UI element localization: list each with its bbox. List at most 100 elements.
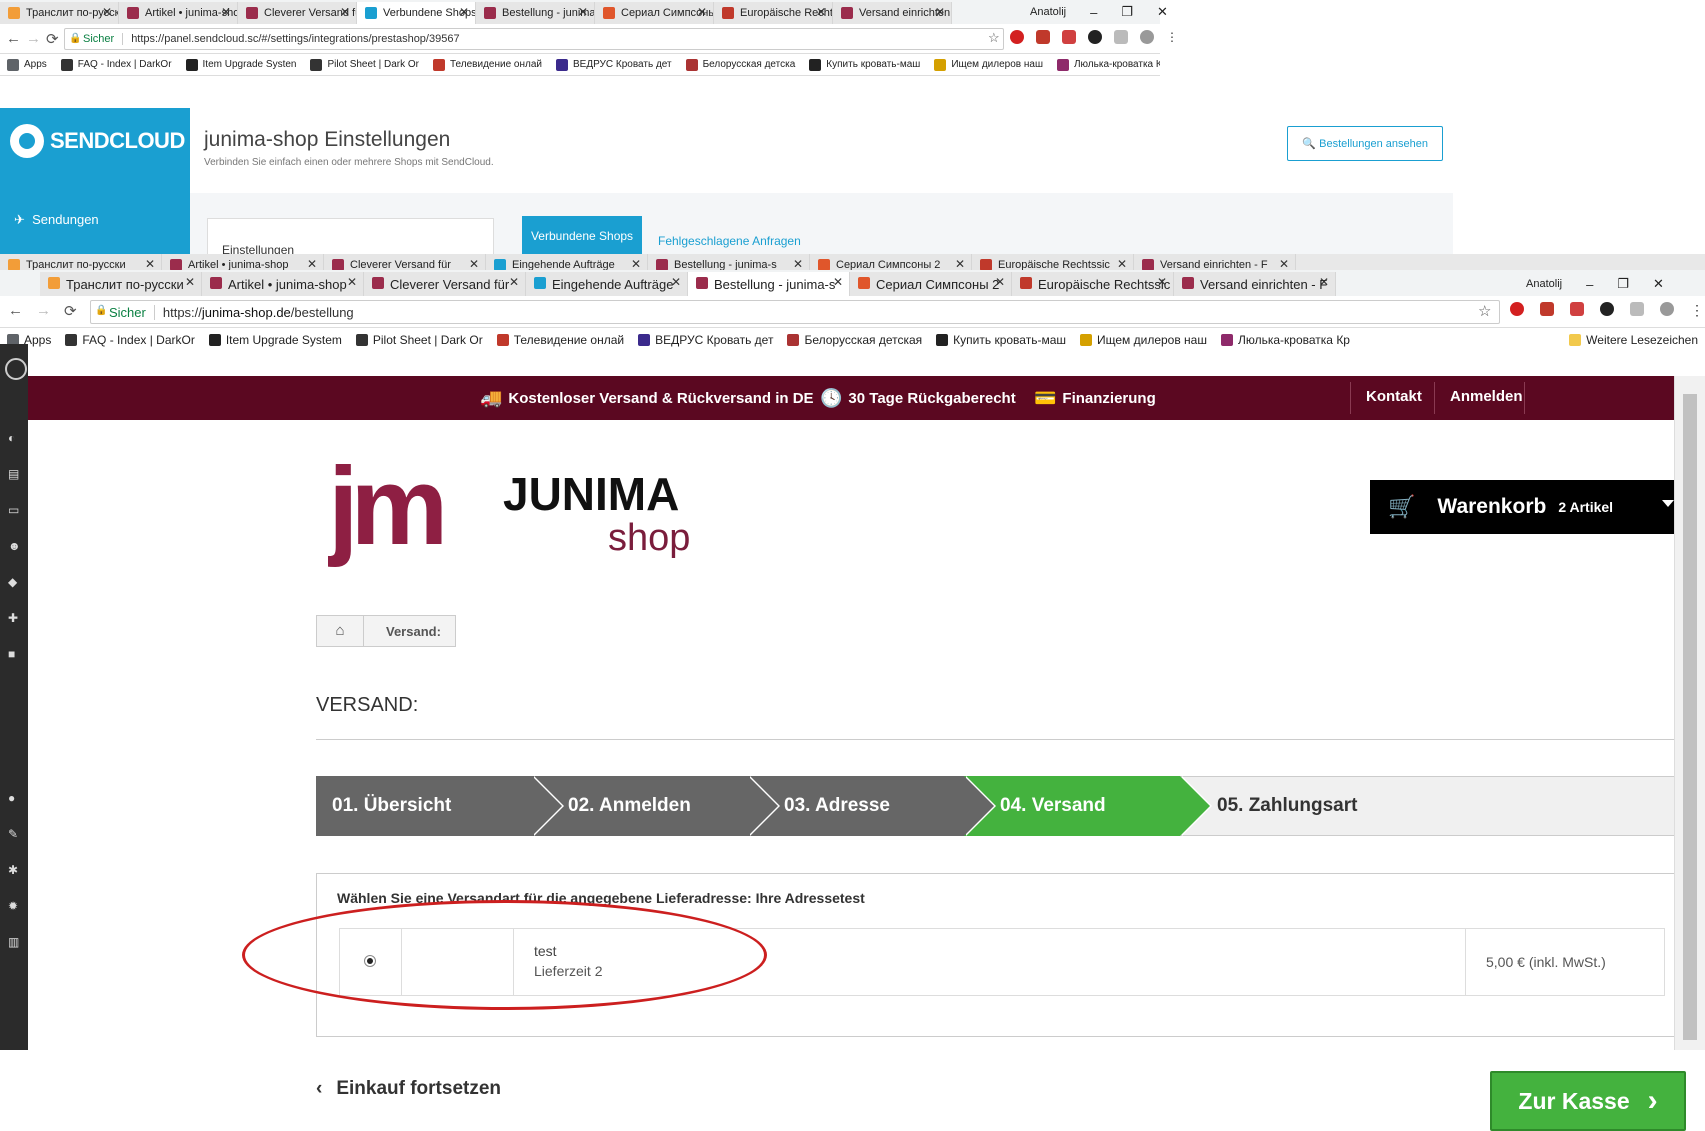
- bookmark-item[interactable]: ВЕДРУС Кровать дет: [631, 333, 780, 347]
- bookmark-item[interactable]: Белорусская детская: [780, 333, 929, 347]
- continue-shopping-link[interactable]: ‹ Einkauf fortsetzen: [316, 1078, 501, 1100]
- bookmark-item[interactable]: Купить кровать-маш: [929, 333, 1073, 347]
- browser-tab[interactable]: Versand einrichten - F✕: [833, 2, 952, 24]
- close-icon[interactable]: ✕: [995, 275, 1005, 289]
- close-icon[interactable]: ✕: [102, 5, 112, 19]
- users-icon[interactable]: ☻: [8, 540, 21, 552]
- eye-ext-icon[interactable]: [1140, 30, 1154, 44]
- adblock-icon[interactable]: [1540, 302, 1554, 316]
- browser-tab[interactable]: Сериал Симпсоны 2✕: [850, 272, 1012, 296]
- eye-ext-icon[interactable]: [1660, 302, 1674, 316]
- front-star-icon[interactable]: ☆: [1478, 302, 1491, 320]
- front-omnibox[interactable]: Sicher https://junima-shop.de/bestellung: [90, 300, 1500, 324]
- close-icon[interactable]: ✕: [145, 257, 155, 271]
- opera-icon[interactable]: [1510, 302, 1524, 316]
- close-icon[interactable]: ✕: [955, 257, 965, 271]
- privacy-ext-icon[interactable]: [1600, 302, 1614, 316]
- back-omnibox[interactable]: Sicher https://panel.sendcloud.sc/#/sett…: [64, 28, 1004, 50]
- book-icon[interactable]: ▤: [8, 468, 20, 480]
- close-icon[interactable]: ✕: [1157, 275, 1167, 289]
- close-icon[interactable]: ✕: [935, 5, 945, 19]
- more-bookmarks[interactable]: Weitere Lesezeichen: [1562, 333, 1705, 347]
- adblock-icon[interactable]: [1036, 30, 1050, 44]
- back-restore-button[interactable]: ❐: [1121, 4, 1133, 20]
- checkout-step-1[interactable]: 01. Übersicht: [316, 776, 564, 836]
- opera-icon[interactable]: [1010, 30, 1024, 44]
- browser-tab[interactable]: Bestellung - junima-s ✕: [688, 272, 850, 296]
- truck-icon[interactable]: ■: [8, 648, 20, 660]
- sidebar-item-sendungen[interactable]: ✈ Sendungen: [14, 212, 99, 228]
- close-icon[interactable]: ✕: [816, 5, 826, 19]
- bookmark-item[interactable]: Белорусская детска: [679, 58, 803, 71]
- thumb-ext-icon[interactable]: [1114, 30, 1128, 44]
- close-icon[interactable]: ✕: [347, 275, 357, 289]
- back-minimize-button[interactable]: –: [1090, 5, 1097, 20]
- globe-small-icon[interactable]: ●: [8, 792, 20, 804]
- browser-tab[interactable]: Cleverer Versand für ✕: [238, 2, 357, 24]
- close-icon[interactable]: ✕: [509, 275, 519, 289]
- browser-tab[interactable]: Artikel • junima-shop ✕: [202, 272, 364, 296]
- settings-icon[interactable]: ✹: [8, 900, 20, 912]
- close-icon[interactable]: ✕: [793, 257, 803, 271]
- close-icon[interactable]: ✕: [459, 5, 469, 19]
- tab-connected-shops[interactable]: Verbundene Shops: [522, 216, 642, 256]
- close-icon[interactable]: ✕: [221, 5, 231, 19]
- checkout-step-2[interactable]: 02. Anmelden: [532, 776, 780, 836]
- checkout-button[interactable]: Zur Kasse ›: [1490, 1071, 1686, 1131]
- browser-tab[interactable]: Bestellung - junima-s ✕: [476, 2, 595, 24]
- close-icon[interactable]: ✕: [340, 5, 350, 19]
- browser-tab[interactable]: Europäische Rechtssic✕: [714, 2, 833, 24]
- stats-icon[interactable]: ▥: [8, 936, 20, 948]
- bookmark-item[interactable]: Pilot Sheet | Dark Or: [349, 333, 490, 347]
- globe-icon[interactable]: [5, 358, 27, 380]
- front-reload-icon[interactable]: ⟳: [64, 302, 77, 320]
- front-forward-icon[interactable]: →: [36, 302, 51, 319]
- close-icon[interactable]: ✕: [697, 5, 707, 19]
- front-back-icon[interactable]: ←: [8, 302, 23, 319]
- front-menu-icon[interactable]: ⋮: [1690, 302, 1704, 319]
- close-icon[interactable]: ✕: [833, 275, 843, 289]
- page-scrollbar[interactable]: [1674, 376, 1705, 1050]
- tag-icon[interactable]: ◆: [8, 576, 20, 588]
- close-icon[interactable]: ✕: [307, 257, 317, 271]
- bookmark-item[interactable]: Item Upgrade System: [202, 333, 349, 347]
- close-icon[interactable]: ✕: [671, 275, 681, 289]
- front-close-button[interactable]: ✕: [1653, 276, 1664, 292]
- close-icon[interactable]: ✕: [185, 275, 195, 289]
- browser-tab[interactable]: Транслит по-русски ✕: [40, 272, 202, 296]
- bookmark-item[interactable]: ВЕДРУС Кровать дет: [549, 58, 679, 71]
- browser-tab[interactable]: Verbundene Shops ✕: [357, 2, 476, 24]
- contact-link[interactable]: Kontakt: [1366, 388, 1422, 405]
- gears-icon[interactable]: ✱: [8, 864, 20, 876]
- close-icon[interactable]: ✕: [1117, 257, 1127, 271]
- tab-failed-requests[interactable]: Fehlgeschlagene Anfragen: [658, 234, 801, 248]
- bookmark-item[interactable]: Ищем дилеров наш: [927, 58, 1050, 71]
- card-icon[interactable]: ▭: [8, 504, 20, 516]
- privacy-ext-icon[interactable]: [1088, 30, 1102, 44]
- browser-tab[interactable]: Транслит по-русски ✕: [0, 2, 119, 24]
- bookmark-item[interactable]: Люлька-кроватка Кр: [1050, 58, 1160, 71]
- scrollbar-thumb[interactable]: [1683, 394, 1697, 1040]
- video-ext-icon[interactable]: [1062, 30, 1076, 44]
- checkout-step-3[interactable]: 03. Adresse: [748, 776, 996, 836]
- browser-tab[interactable]: Сериал Симпсоны 2✕: [595, 2, 714, 24]
- bookmark-item[interactable]: Apps: [0, 58, 54, 71]
- cart-button[interactable]: 🛒 Warenkorb 2 Artikel: [1370, 480, 1686, 534]
- back-close-button[interactable]: ✕: [1157, 4, 1168, 20]
- back-star-icon[interactable]: ☆: [988, 30, 1000, 46]
- back-forward-icon[interactable]: →: [26, 30, 41, 47]
- junima-logo[interactable]: jm JUNIMA shop: [328, 458, 728, 568]
- bookmark-item[interactable]: FAQ - Index | DarkOr: [54, 58, 179, 71]
- browser-tab[interactable]: Cleverer Versand für ✕: [364, 272, 526, 296]
- browser-tab[interactable]: Eingehende Aufträge ✕: [526, 272, 688, 296]
- back-back-icon[interactable]: ←: [6, 30, 21, 47]
- bookmark-item[interactable]: Ищем дилеров наш: [1073, 333, 1214, 347]
- bookmark-item[interactable]: Item Upgrade Systen: [179, 58, 304, 71]
- video-ext-icon[interactable]: [1570, 302, 1584, 316]
- close-icon[interactable]: ✕: [631, 257, 641, 271]
- bookmark-item[interactable]: Люлька-кроватка Кр: [1214, 333, 1357, 347]
- home-icon[interactable]: ⌂: [317, 616, 364, 646]
- back-reload-icon[interactable]: ⟳: [46, 30, 59, 48]
- back-menu-icon[interactable]: ⋮: [1166, 30, 1178, 44]
- dashboard-icon[interactable]: ◐: [8, 432, 20, 444]
